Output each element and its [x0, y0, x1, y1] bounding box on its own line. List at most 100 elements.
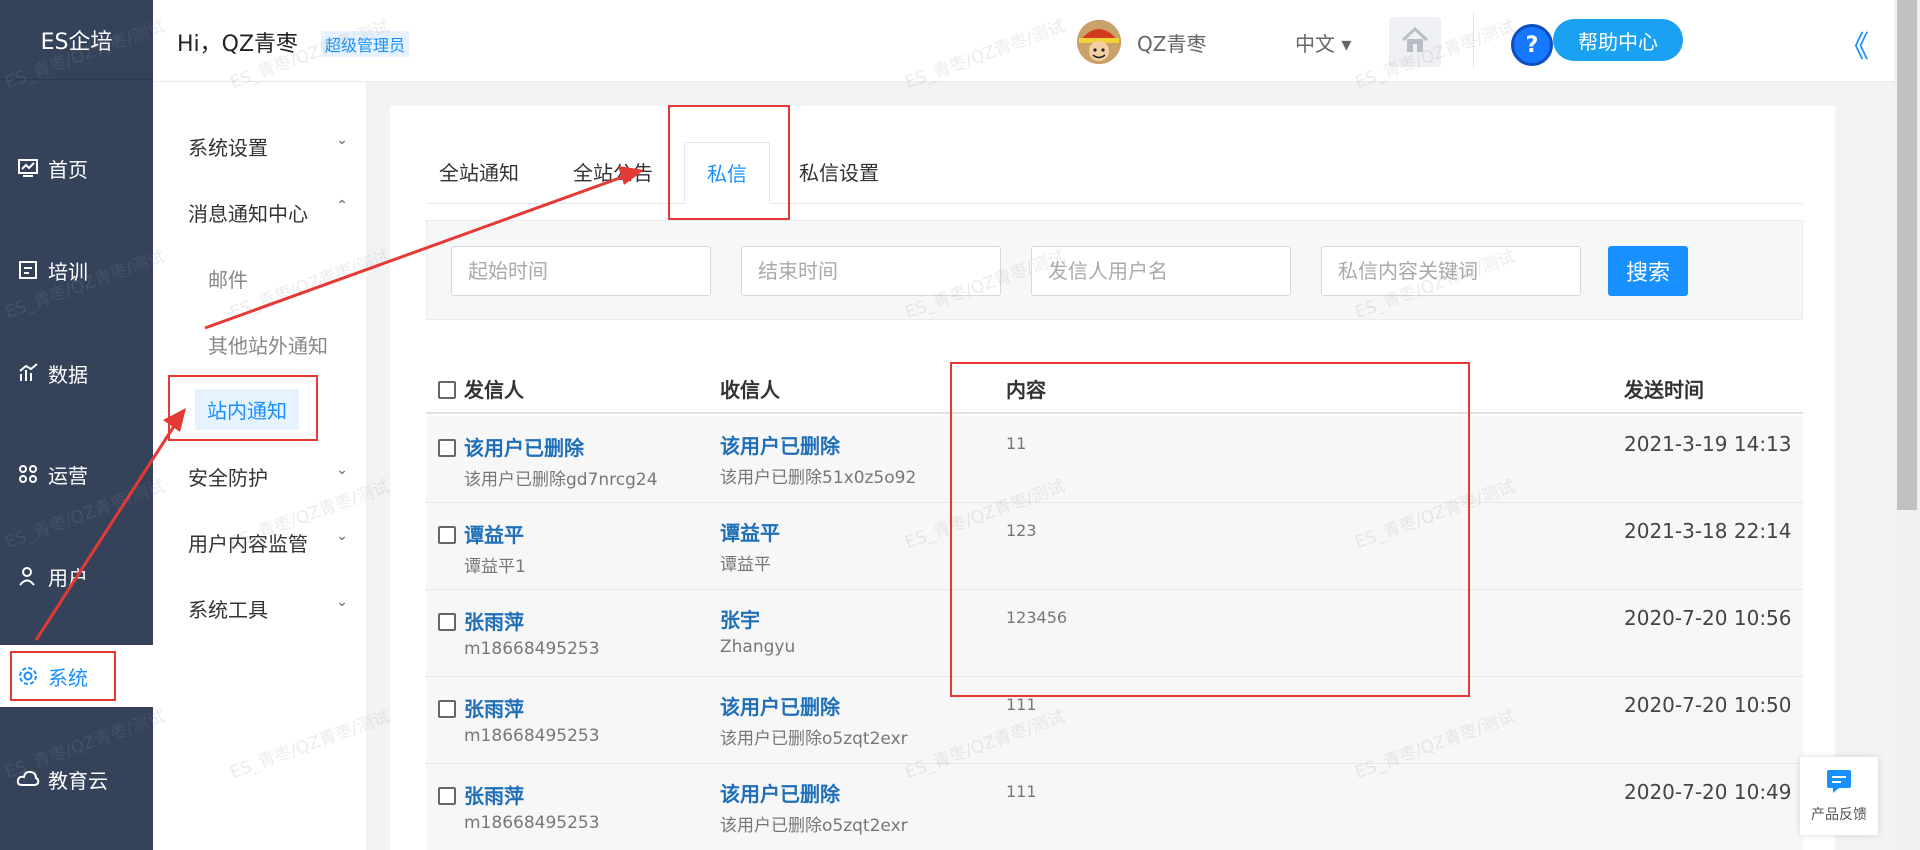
product-feedback-button[interactable]: 产品反馈 — [1800, 757, 1878, 835]
nav-label-operation: 运营 — [48, 463, 88, 488]
sender-username-input[interactable] — [1031, 246, 1291, 296]
header-divider — [1473, 12, 1474, 68]
receiver-cell: 该用户已删除 该用户已删除o5zqt2exr — [720, 691, 908, 749]
sender-link[interactable]: 该用户已删除 — [464, 436, 584, 460]
help-center-button[interactable]: 帮助中心 — [1553, 19, 1683, 61]
row-checkbox[interactable] — [438, 700, 456, 718]
nav-item-home[interactable]: 首页 — [0, 137, 153, 199]
receiver-username: Zhangyu — [720, 637, 796, 657]
receiver-username: 谭益平 — [720, 555, 771, 575]
role-badge: 超级管理员 — [321, 31, 410, 57]
column-receiver: 收信人 — [720, 378, 780, 402]
row-checkbox[interactable] — [438, 439, 456, 457]
send-time: 2020-7-20 10:49 — [1624, 780, 1792, 804]
receiver-cell: 该用户已删除 该用户已删除51x0z5o92 — [720, 430, 916, 488]
feedback-label: 产品反馈 — [1811, 807, 1867, 823]
avatar[interactable] — [1077, 20, 1121, 64]
scrollbar-thumb[interactable] — [1897, 0, 1917, 510]
row-checkbox[interactable] — [438, 526, 456, 544]
nav-label-edu-cloud: 教育云 — [48, 768, 108, 793]
table-row: 张雨萍 m18668495253 张宇 Zhangyu 123456 2020-… — [426, 590, 1803, 677]
submenu-external-notice[interactable]: 其他站外通知 — [208, 330, 368, 359]
sender-link[interactable]: 张雨萍 — [464, 697, 524, 721]
sender-cell: 谭益平 谭益平1 — [438, 519, 526, 577]
home-button[interactable] — [1389, 17, 1441, 67]
submenu-system-tools[interactable]: 系统工具 ⌄ — [188, 594, 348, 623]
tab-bar: 全站通知 全站公告 私信 私信设置 — [426, 142, 1803, 204]
submenu-system-settings[interactable]: 系统设置 ⌄ — [188, 132, 348, 161]
table-row: 该用户已删除 该用户已删除gd7nrcg24 该用户已删除 该用户已删除51x0… — [426, 416, 1803, 503]
greeting-text: Hi，QZ青枣 — [177, 32, 299, 57]
submenu-label: 安全防护 — [188, 466, 268, 490]
content-keyword-input[interactable] — [1321, 246, 1581, 296]
nav-item-data[interactable]: 数据 — [0, 342, 153, 404]
username-label[interactable]: QZ青枣 — [1137, 28, 1206, 57]
message-content: 111 — [1006, 782, 1037, 801]
sender-username: m18668495253 — [464, 639, 600, 659]
nav-item-operation[interactable]: 运营 — [0, 443, 153, 505]
chevron-down-icon: ⌄ — [336, 528, 348, 544]
select-all-checkbox[interactable] — [438, 381, 456, 399]
sender-link[interactable]: 张雨萍 — [464, 610, 524, 634]
brand-logo[interactable]: ES企培 — [0, 0, 153, 80]
sender-username: m18668495253 — [464, 813, 600, 833]
start-time-input[interactable] — [451, 246, 711, 296]
dashboard-icon — [16, 156, 40, 180]
receiver-link[interactable]: 该用户已删除 — [720, 778, 908, 807]
chevron-down-icon: ⌄ — [336, 462, 348, 478]
feedback-icon — [1825, 768, 1853, 798]
top-header: Hi，QZ青枣 超级管理员 QZ青枣 中文 ▾ 帮助中心 ? 《 — [153, 0, 1920, 82]
sender-cell: 张雨萍 m18668495253 — [438, 780, 600, 833]
gear-icon — [16, 664, 40, 688]
receiver-link[interactable]: 张宇 — [720, 604, 795, 633]
receiver-link[interactable]: 该用户已删除 — [720, 691, 908, 720]
nav-item-edu-cloud[interactable]: 教育云 — [0, 748, 153, 810]
message-content: 123 — [1006, 521, 1037, 540]
send-time: 2021-3-18 22:14 — [1624, 519, 1792, 543]
nav-label-data: 数据 — [48, 362, 88, 387]
nav-item-users[interactable]: 用户 — [0, 545, 153, 607]
sender-link[interactable]: 张雨萍 — [464, 784, 524, 808]
language-select[interactable]: 中文 ▾ — [1295, 28, 1351, 57]
help-question-icon[interactable]: ? — [1511, 24, 1553, 66]
column-label: 发信人 — [464, 378, 524, 402]
chevron-down-icon: ⌄ — [336, 132, 348, 148]
row-checkbox[interactable] — [438, 787, 456, 805]
submenu-site-notice[interactable]: 站内通知 — [195, 389, 299, 430]
receiver-cell: 张宇 Zhangyu — [720, 604, 795, 657]
training-icon — [16, 258, 40, 282]
row-checkbox[interactable] — [438, 613, 456, 631]
collapse-sidebar-icon[interactable]: 《 — [1839, 22, 1869, 66]
tab-private-message[interactable]: 私信 — [684, 142, 770, 204]
sender-link[interactable]: 谭益平 — [464, 523, 524, 547]
sender-cell: 张雨萍 m18668495253 — [438, 693, 600, 746]
submenu-label: 用户内容监管 — [188, 532, 308, 556]
submenu-label: 消息通知中心 — [188, 202, 308, 226]
tab-site-notice[interactable]: 全站通知 — [439, 142, 519, 204]
send-time: 2021-3-19 14:13 — [1624, 432, 1792, 456]
nav-label-users: 用户 — [48, 565, 88, 590]
sender-username: 该用户已删除gd7nrcg24 — [464, 470, 658, 490]
nav-item-system[interactable]: 系统 — [0, 645, 153, 707]
send-time: 2020-7-20 10:50 — [1624, 693, 1792, 717]
sender-username: m18668495253 — [464, 726, 600, 746]
receiver-link[interactable]: 谭益平 — [720, 517, 780, 546]
submenu-message-center[interactable]: 消息通知中心 ⌃ — [188, 198, 348, 227]
receiver-link[interactable]: 该用户已删除 — [720, 430, 916, 459]
sub-menu: 系统设置 ⌄ 消息通知中心 ⌃ 邮件 其他站外通知 站内通知 安全防护 ⌄ 用户… — [153, 82, 366, 850]
tab-site-announcement[interactable]: 全站公告 — [573, 142, 653, 204]
search-button[interactable]: 搜索 — [1608, 246, 1688, 296]
sender-cell: 该用户已删除 该用户已删除gd7nrcg24 — [438, 432, 658, 490]
submenu-mail[interactable]: 邮件 — [208, 264, 368, 293]
nav-label-home: 首页 — [48, 157, 88, 182]
submenu-security[interactable]: 安全防护 ⌄ — [188, 462, 348, 491]
tab-message-settings[interactable]: 私信设置 — [799, 142, 879, 204]
end-time-input[interactable] — [741, 246, 1001, 296]
nav-item-training[interactable]: 培训 — [0, 239, 153, 301]
submenu-content-monitor[interactable]: 用户内容监管 ⌄ — [188, 528, 348, 557]
column-sender: 发信人 — [438, 374, 524, 403]
sender-cell: 张雨萍 m18668495253 — [438, 606, 600, 659]
receiver-username: 该用户已删除o5zqt2exr — [720, 729, 908, 749]
sender-username: 谭益平1 — [464, 557, 526, 577]
column-content: 内容 — [1006, 378, 1046, 402]
